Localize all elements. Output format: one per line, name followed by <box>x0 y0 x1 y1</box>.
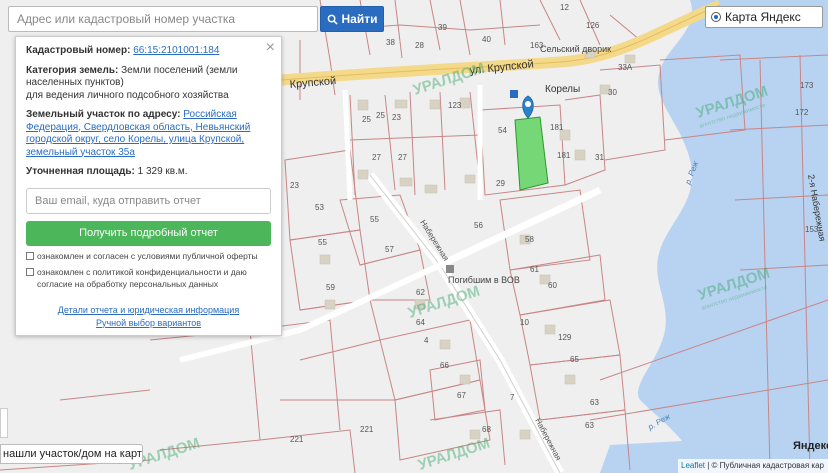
land-category-label: Категория земель: <box>26 64 119 76</box>
parcel-number: 25 <box>376 111 385 120</box>
search-button[interactable]: Найти <box>320 6 384 32</box>
parcel-number: 29 <box>496 179 505 188</box>
parcel-number: 129 <box>558 333 572 342</box>
parcel-number: 23 <box>290 181 299 190</box>
parcel-number: 221 <box>290 435 304 444</box>
parcel-number: 53 <box>315 203 324 212</box>
leaflet-link[interactable]: Leaflet <box>681 461 705 470</box>
place-label: Корелы <box>545 84 580 95</box>
area-value: 1 329 кв.м. <box>137 166 188 177</box>
parcel-number: 23 <box>392 113 401 122</box>
parcel-number: 28 <box>415 41 424 50</box>
cadastral-row: Кадастровый номер: 66:15:2101001:184 <box>26 45 271 58</box>
parcel-number: 54 <box>498 126 507 135</box>
parcel-number: 123 <box>448 101 462 110</box>
address-label: Земельный участок по адресу: <box>26 109 181 120</box>
land-category-row: Категория земель: Земли поселений (земли… <box>26 65 271 103</box>
parcel-number: 163 <box>530 41 544 50</box>
search-button-label: Найти <box>341 12 378 26</box>
parcel-number: 181 <box>557 151 571 160</box>
email-field[interactable] <box>26 187 271 214</box>
privacy-consent-checkbox[interactable] <box>26 267 34 276</box>
parcel-number: 38 <box>386 38 395 47</box>
parcel-number: 4 <box>424 336 429 345</box>
parcel-number: 58 <box>525 235 534 244</box>
parcel-info-panel: × Кадастровый номер: 66:15:2101001:184 К… <box>15 36 282 336</box>
parcel-number: 33А <box>618 63 633 72</box>
parcel-number: 67 <box>457 391 466 400</box>
parcel-number: 10 <box>520 318 529 327</box>
parcel-number: 27 <box>372 153 381 162</box>
parcel-number: 68 <box>482 425 491 434</box>
parcel-number: 27 <box>398 153 407 162</box>
parcel-number: 62 <box>416 288 425 297</box>
map-layer-label: Карта Яндекс <box>725 10 801 24</box>
parcel-number: 65 <box>570 355 579 364</box>
attribution-text: | © Публичная кадастровая кар <box>705 461 825 470</box>
report-details-link[interactable]: Детали отчета и юридическая информация <box>26 304 271 317</box>
address-row: Земельный участок по адресу: Российская … <box>26 109 271 159</box>
map-attribution: Leaflet | © Публичная кадастровая кар <box>678 459 828 473</box>
offer-consent-checkbox[interactable] <box>26 251 34 260</box>
parcel-number: 59 <box>326 283 335 292</box>
parcel-number: 173 <box>800 81 814 90</box>
memorial-icon <box>446 265 454 273</box>
privacy-consent-label: ознакомлен с политикой конфиденциальност… <box>37 266 247 289</box>
parcel-number: 25 <box>362 115 371 124</box>
panel-links: Детали отчета и юридическая информация Р… <box>26 304 271 330</box>
find-plot-prompt[interactable]: нашли участок/дом на карте? <box>0 444 143 464</box>
parcel-number: 172 <box>795 108 809 117</box>
side-control[interactable] <box>0 408 8 438</box>
parcel-number: 181 <box>550 123 564 132</box>
get-report-button[interactable]: Получить подробный отчет <box>26 220 271 246</box>
parcel-number: 57 <box>385 245 394 254</box>
parcel-number: 66 <box>440 361 449 370</box>
radio-icon[interactable] <box>711 12 721 22</box>
poi-shop: Сельский дворик <box>540 44 611 54</box>
parcel-number: 61 <box>530 265 539 274</box>
land-use-value: для ведения личного подсобного хозяйства <box>26 89 229 101</box>
parcel-number: 153 <box>805 225 819 234</box>
parcel-number: 221 <box>360 425 374 434</box>
area-label: Уточненная площадь: <box>26 166 135 177</box>
parcel-number: 31 <box>595 153 604 162</box>
parcel-number: 56 <box>474 221 483 230</box>
parcel-number: 30 <box>608 88 617 97</box>
search-input[interactable] <box>9 7 317 31</box>
parcel-number: 60 <box>548 281 557 290</box>
offer-consent-label: ознакомлен и согласен с условиями публич… <box>37 250 258 261</box>
parcel-number: 55 <box>318 238 327 247</box>
bus-stop-icon <box>510 90 518 98</box>
manual-selection-link[interactable]: Ручной выбор вариантов <box>26 317 271 330</box>
search-field[interactable] <box>8 6 318 32</box>
cadastral-number-link[interactable]: 66:15:2101001:184 <box>133 45 219 56</box>
area-row: Уточненная площадь: 1 329 кв.м. <box>26 166 271 179</box>
parcel-number: 40 <box>482 35 491 44</box>
river-rezh <box>637 0 828 473</box>
privacy-consent-row: ознакомлен с политикой конфиденциальност… <box>26 266 271 290</box>
search-icon <box>327 14 338 25</box>
parcel-number: 63 <box>585 421 594 430</box>
parcel-number: 63 <box>590 398 599 407</box>
parcel-number: 126 <box>586 21 600 30</box>
yandex-logo: Яндекс <box>793 440 828 452</box>
close-icon[interactable]: × <box>266 40 275 56</box>
map-layer-select[interactable]: Карта Яндекс <box>705 6 823 28</box>
parcel-number: 7 <box>510 393 515 402</box>
parcel-number: 12 <box>560 3 569 12</box>
parcel-number: 39 <box>438 23 447 32</box>
parcel-number: 55 <box>370 215 379 224</box>
cadastral-label: Кадастровый номер: <box>26 45 131 56</box>
offer-consent-row: ознакомлен и согласен с условиями публич… <box>26 250 271 262</box>
poi-memorial: Погибшим в ВОВ <box>448 275 520 285</box>
